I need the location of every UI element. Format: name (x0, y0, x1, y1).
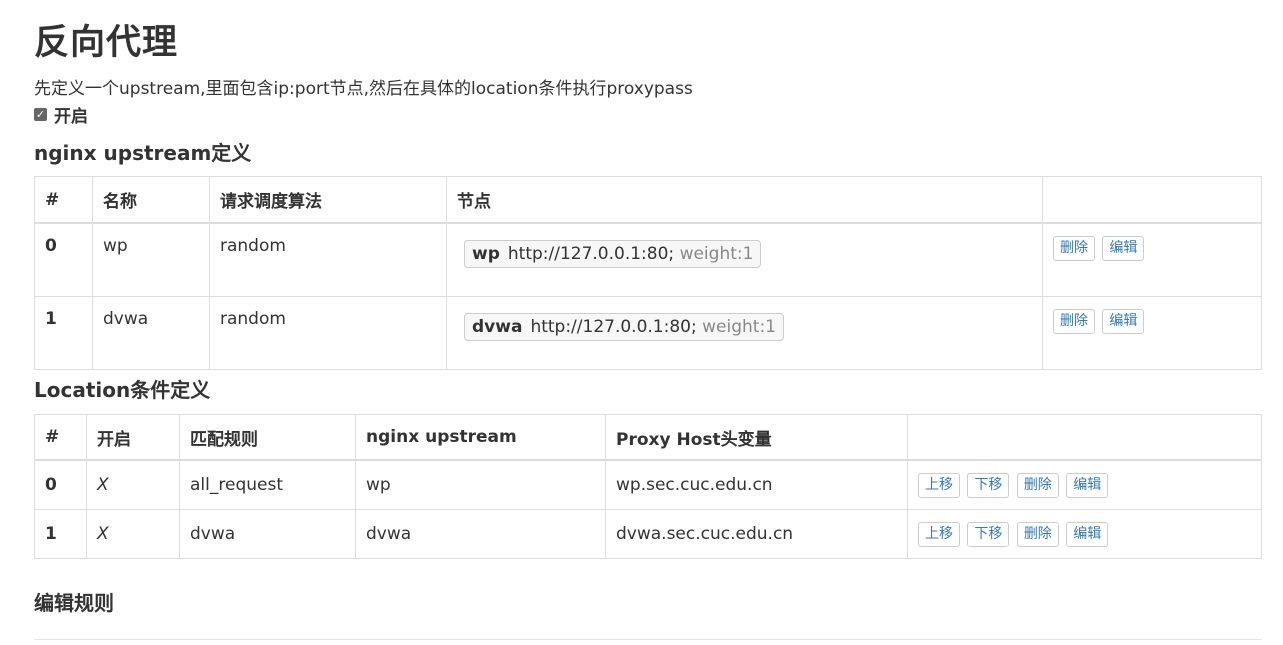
edit-button[interactable]: 编辑 (1102, 236, 1145, 261)
upstream-table-header: # 名称 请求调度算法 节点 (34, 176, 1262, 224)
col-header-nodes: 节点 (446, 176, 1043, 224)
node-name: dvwa (472, 317, 523, 337)
move-down-button[interactable]: 下移 (967, 521, 1010, 547)
col-header-upstream: nginx upstream (355, 414, 606, 461)
node-name: wp (472, 244, 500, 264)
col-header-rule: 匹配规则 (179, 414, 356, 461)
enabled-status: X (86, 459, 180, 510)
upstream-table: # 名称 请求调度算法 节点 0 wp random wp http://127.… (34, 176, 1262, 370)
node-url: http://127.0.0.1:80; (507, 244, 675, 264)
match-rule: all_request (179, 459, 356, 510)
move-up-button[interactable]: 上移 (918, 521, 960, 547)
delete-button[interactable]: 删除 (1053, 236, 1095, 261)
table-row: 1 dvwa random dvwa http://127.0.0.1:80; w… (34, 296, 1262, 370)
row-index: 1 (34, 509, 87, 559)
edit-button[interactable]: 编辑 (1066, 521, 1109, 547)
upstream-nodes: wp http://127.0.0.1:80; weight:1 (446, 222, 1043, 297)
node-url: http://127.0.0.1:80; (530, 317, 697, 337)
upstream-algorithm: random (209, 222, 447, 297)
enable-label: 开启 (54, 107, 88, 127)
row-actions: 删除 编辑 (1042, 222, 1262, 297)
divider (34, 639, 1262, 640)
move-up-button[interactable]: 上移 (918, 472, 960, 498)
location-table-header: # 开启 匹配规则 nginx upstream Proxy Host头变量 (34, 414, 1262, 461)
proxy-host: dvwa.sec.cuc.edu.cn (605, 509, 908, 559)
table-row: 0 X all_request wp wp.sec.cuc.edu.cn 上移 … (34, 459, 1262, 510)
delete-button[interactable]: 删除 (1053, 309, 1095, 334)
edit-button[interactable]: 编辑 (1066, 472, 1109, 498)
delete-button[interactable]: 删除 (1016, 472, 1059, 498)
upstream-algorithm: random (209, 296, 447, 370)
enable-toggle-row[interactable]: ✓ 开启 (34, 102, 88, 127)
edit-rule-heading: 编辑规则 (34, 591, 114, 615)
col-header-index: # (34, 176, 93, 224)
location-heading: Location条件定义 (34, 378, 211, 402)
enable-checkbox[interactable]: ✓ (34, 108, 47, 121)
page-description: 先定义一个upstream,里面包含ip:port节点,然后在具体的locati… (34, 79, 693, 99)
enabled-status: X (86, 509, 180, 559)
node-tag: dvwa http://127.0.0.1:80; weight:1 (464, 313, 784, 341)
row-actions: 上移 下移 删除 编辑 (907, 459, 1262, 510)
upstream-heading: nginx upstream定义 (34, 141, 252, 165)
row-actions: 删除 编辑 (1042, 296, 1262, 370)
table-row: 0 wp random wp http://127.0.0.1:80; weigh… (34, 222, 1262, 297)
col-header-actions (1042, 176, 1262, 224)
location-upstream: dvwa (355, 509, 606, 559)
row-index: 0 (34, 222, 93, 297)
upstream-name: wp (92, 222, 210, 297)
page-title: 反向代理 (34, 23, 179, 63)
node-weight: weight:1 (702, 317, 776, 337)
upstream-name: dvwa (92, 296, 210, 370)
move-down-button[interactable]: 下移 (967, 472, 1010, 498)
node-tag: wp http://127.0.0.1:80; weight:1 (464, 240, 762, 268)
row-index: 1 (34, 296, 93, 370)
edit-button[interactable]: 编辑 (1102, 309, 1145, 334)
row-index: 0 (34, 459, 87, 510)
col-header-algorithm: 请求调度算法 (209, 176, 447, 224)
match-rule: dvwa (179, 509, 356, 559)
table-row: 1 X dvwa dvwa dvwa.sec.cuc.edu.cn 上移 下移 … (34, 509, 1262, 559)
location-table: # 开启 匹配规则 nginx upstream Proxy Host头变量 0… (34, 414, 1262, 559)
col-header-name: 名称 (92, 176, 210, 224)
proxy-host: wp.sec.cuc.edu.cn (605, 459, 908, 510)
col-header-index: # (34, 414, 87, 461)
col-header-enabled: 开启 (86, 414, 180, 461)
location-upstream: wp (355, 459, 606, 510)
col-header-actions (907, 414, 1262, 461)
delete-button[interactable]: 删除 (1016, 521, 1059, 547)
col-header-proxy-host: Proxy Host头变量 (605, 414, 908, 461)
node-weight: weight:1 (679, 244, 754, 264)
row-actions: 上移 下移 删除 编辑 (907, 509, 1262, 559)
upstream-nodes: dvwa http://127.0.0.1:80; weight:1 (446, 296, 1043, 370)
